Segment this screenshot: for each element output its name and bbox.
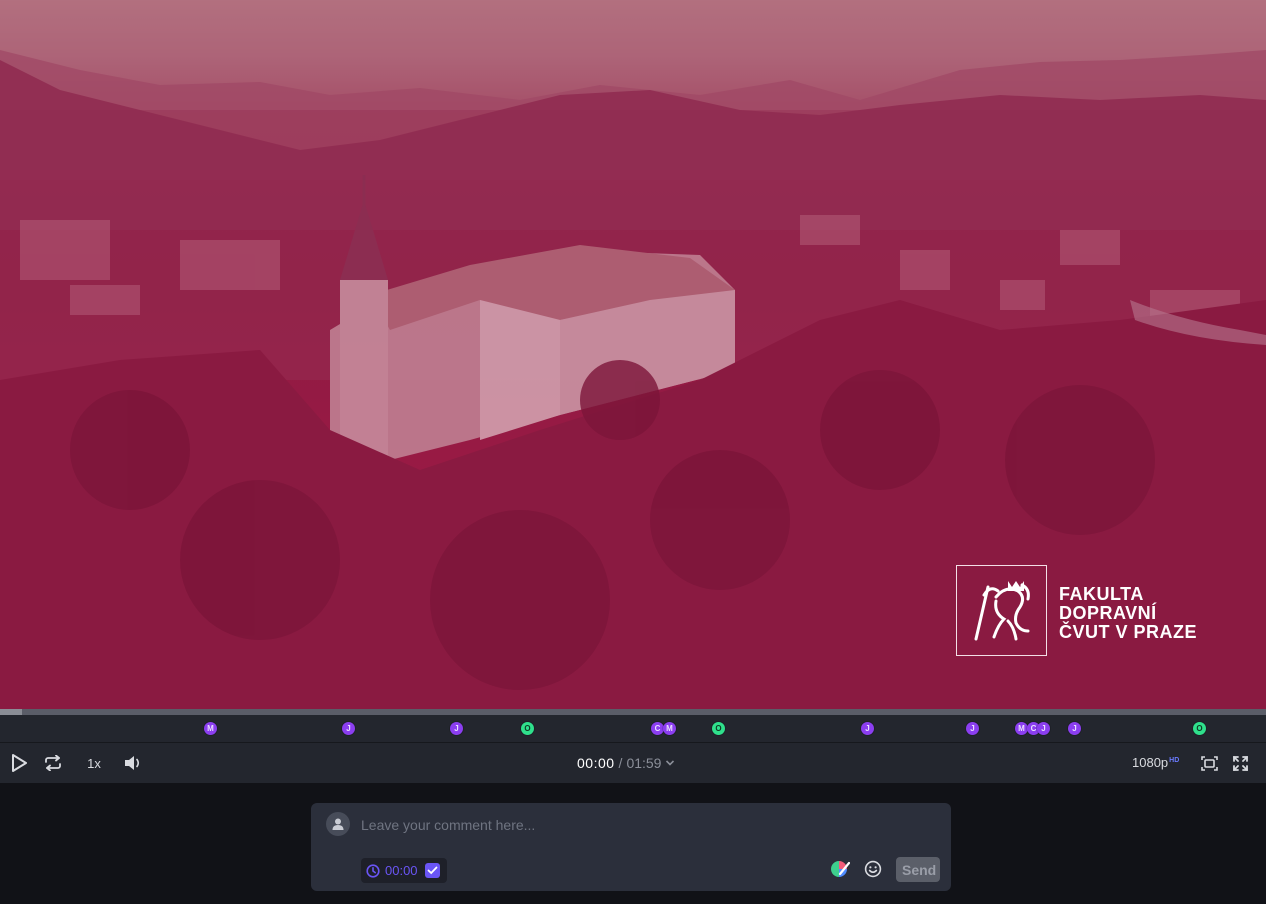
logo-line-1: FAKULTA — [1059, 583, 1144, 604]
clock-icon — [366, 863, 380, 878]
time-format-dropdown[interactable] — [665, 759, 675, 767]
logo-line-2: DOPRAVNÍ — [1059, 602, 1157, 623]
player-controls: 1x 00:00 / 01:59 1080pHD — [0, 743, 1266, 783]
time-display: 00:00 / 01:59 — [577, 755, 675, 771]
frame-button[interactable] — [1199, 753, 1219, 773]
send-button[interactable]: Send — [896, 857, 940, 882]
duration: 01:59 — [626, 755, 662, 771]
comment-input[interactable] — [359, 813, 923, 837]
speed-button[interactable]: 1x — [84, 753, 104, 773]
comment-marker[interactable]: M — [663, 722, 676, 735]
volume-icon — [125, 756, 140, 770]
comment-marker[interactable]: O — [521, 722, 534, 735]
play-icon — [12, 754, 27, 772]
avatar — [326, 812, 350, 836]
faculty-logo: FAKULTA DOPRAVNÍ ČVUT V PRAZE — [956, 564, 1197, 656]
quality-selector[interactable]: 1080pHD — [1132, 755, 1179, 770]
fullscreen-icon — [1232, 755, 1248, 771]
timestamp-checkbox[interactable] — [424, 863, 440, 878]
hd-badge: HD — [1169, 756, 1180, 764]
comment-marker-lane: MJJOCMOJJMCJJO — [0, 715, 1266, 743]
lion-crest-icon — [956, 564, 1047, 656]
play-button[interactable] — [10, 753, 28, 773]
emoji-icon — [864, 860, 882, 878]
faculty-name: FAKULTA DOPRAVNÍ ČVUT V PRAZE — [1059, 579, 1197, 642]
comment-marker[interactable]: O — [712, 722, 725, 735]
comment-marker[interactable]: J — [1037, 722, 1050, 735]
emoji-button[interactable] — [863, 859, 883, 879]
loop-button[interactable] — [43, 753, 63, 773]
quality-label: 1080p — [1132, 755, 1169, 770]
draw-annotation-button[interactable] — [830, 859, 850, 879]
fullscreen-button[interactable] — [1231, 753, 1249, 773]
comment-marker[interactable]: J — [1068, 722, 1081, 735]
comment-marker[interactable]: M — [204, 722, 217, 735]
timestamp-value: 00:00 — [385, 863, 418, 878]
comment-marker[interactable]: O — [1193, 722, 1206, 735]
color-brush-icon — [831, 861, 850, 877]
volume-button[interactable] — [123, 753, 143, 773]
comment-marker[interactable]: J — [450, 722, 463, 735]
comment-marker[interactable]: J — [861, 722, 874, 735]
user-icon — [332, 818, 344, 830]
timestamp-toggle[interactable]: 00:00 — [361, 858, 447, 883]
chevron-down-icon — [666, 760, 675, 766]
check-icon — [427, 866, 437, 875]
frame-icon — [1200, 755, 1218, 771]
comment-composer: 00:00 Send — [311, 803, 951, 891]
current-time: 00:00 — [577, 755, 615, 771]
loop-icon — [45, 755, 61, 771]
time-separator: / — [618, 755, 623, 771]
video-player[interactable]: FAKULTA DOPRAVNÍ ČVUT V PRAZE — [0, 0, 1266, 709]
comment-marker[interactable]: J — [342, 722, 355, 735]
comment-marker[interactable]: J — [966, 722, 979, 735]
logo-line-3: ČVUT V PRAZE — [1059, 621, 1198, 642]
